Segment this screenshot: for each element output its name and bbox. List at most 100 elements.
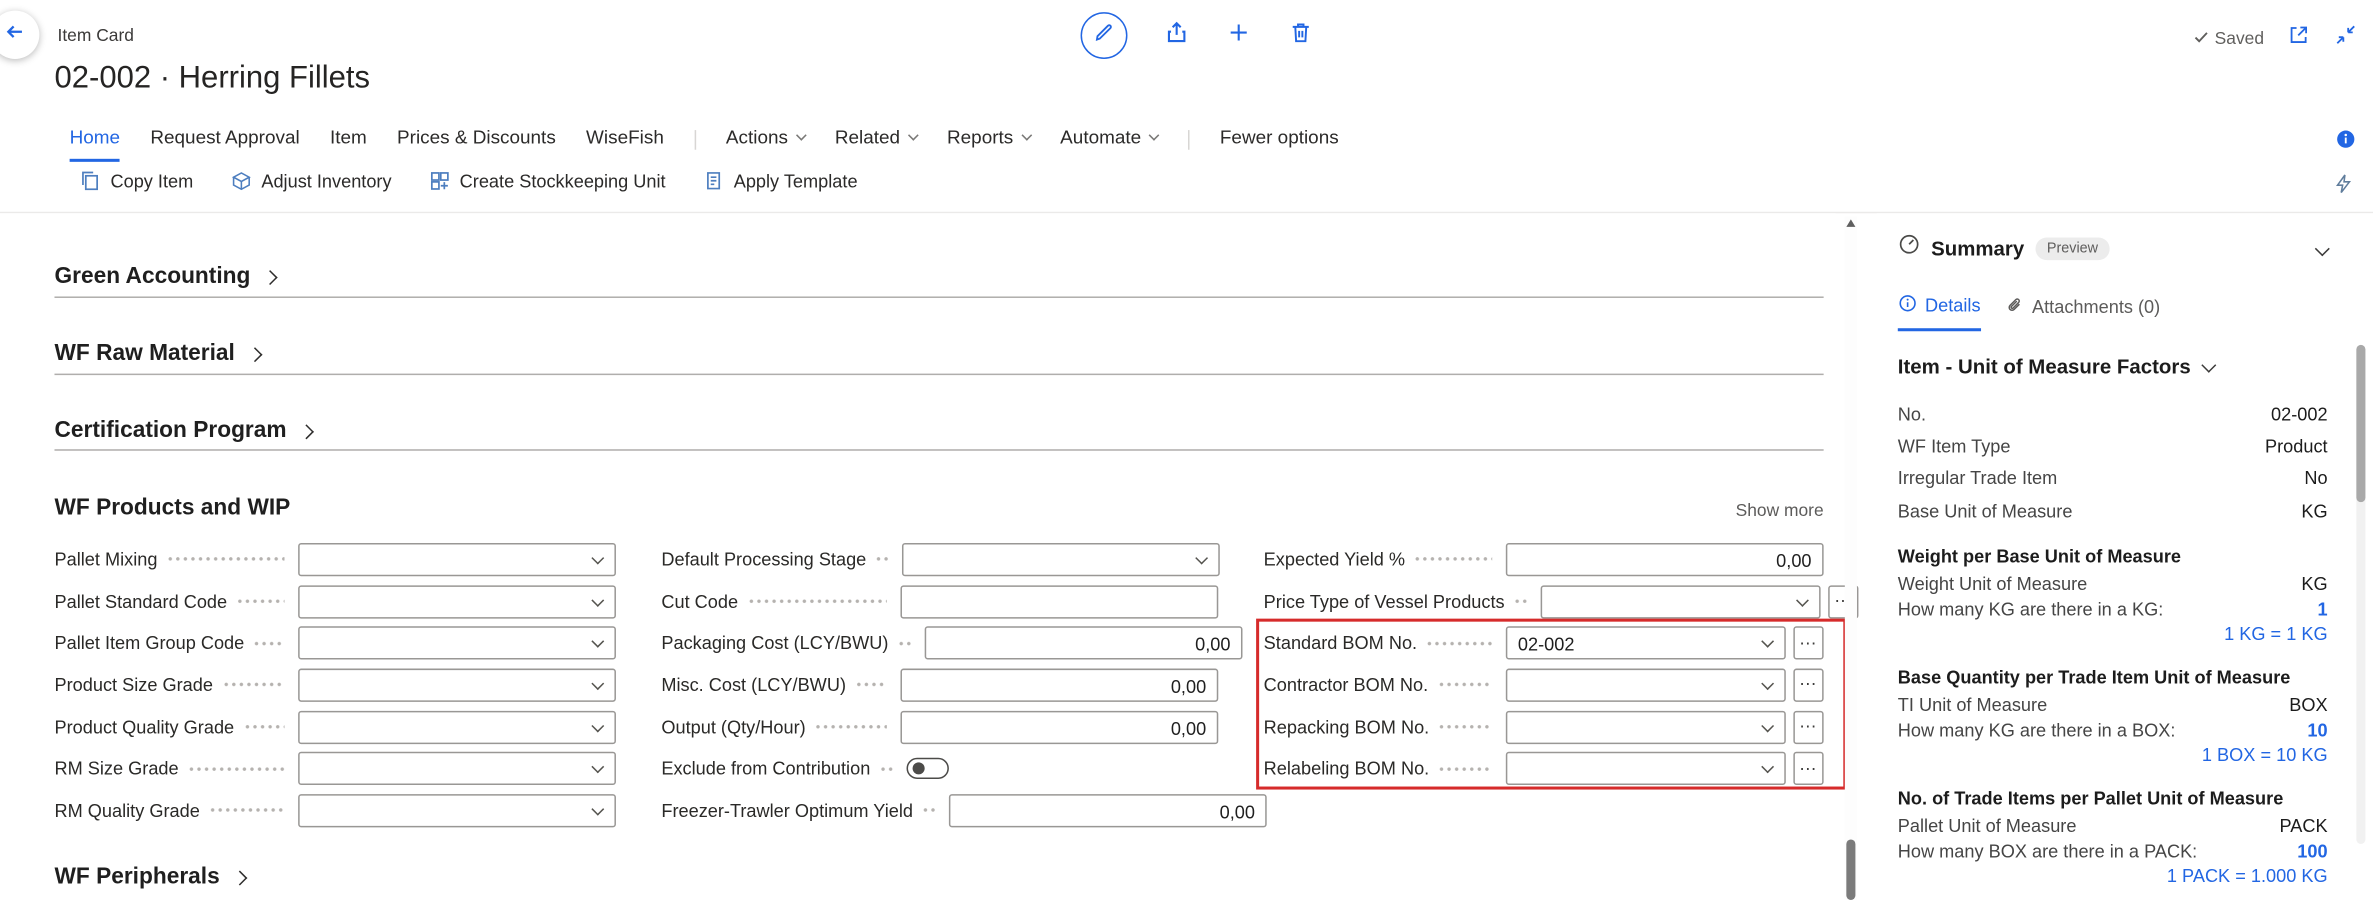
- menu-actions[interactable]: Actions: [726, 127, 805, 159]
- dotted-leader: [245, 725, 285, 730]
- stockkeeping-unit-icon: [428, 169, 451, 192]
- rm-size-grade-select[interactable]: [298, 752, 616, 785]
- main-scrollbar[interactable]: [1845, 216, 1857, 900]
- tab-attachments[interactable]: Attachments (0): [2005, 293, 2160, 331]
- field-row: Freezer-Trawler Optimum Yield0,00: [661, 790, 1218, 832]
- ribbon-tabs: Home Request Approval Item Prices & Disc…: [70, 127, 1339, 162]
- pencil-icon: [1093, 20, 1116, 50]
- pallet-mixing-select[interactable]: [298, 543, 616, 576]
- back-button[interactable]: [0, 11, 39, 59]
- chevron-down-icon: [1761, 677, 1774, 690]
- tab-prices-discounts[interactable]: Prices & Discounts: [397, 127, 556, 159]
- cut-code-input[interactable]: [900, 585, 1218, 618]
- focus-mode-button[interactable]: [2334, 23, 2358, 55]
- product-quality-grade-select[interactable]: [298, 710, 616, 743]
- field-row: Output (Qty/Hour)0,00: [661, 706, 1218, 748]
- price-type-vessel-products-select[interactable]: [1541, 585, 1821, 618]
- tab-request-approval[interactable]: Request Approval: [150, 127, 299, 159]
- relabeling-bom-assist-button[interactable]: …: [1794, 752, 1824, 785]
- tab-home[interactable]: Home: [70, 127, 120, 162]
- rm-quality-grade-select[interactable]: [298, 794, 616, 827]
- show-more-link[interactable]: Show more: [1736, 502, 1824, 520]
- scroll-up-arrow-icon[interactable]: [1846, 219, 1855, 227]
- default-processing-stage-select[interactable]: [903, 543, 1221, 576]
- info-icon: [1898, 293, 1918, 317]
- pallet-standard-code-select[interactable]: [298, 585, 616, 618]
- header-actions: [1081, 12, 1314, 59]
- field-row: RM Size Grade: [54, 748, 615, 790]
- section-wf-raw-material[interactable]: WF Raw Material: [54, 340, 260, 366]
- repacking-bom-assist-button[interactable]: …: [1794, 710, 1824, 743]
- pallet-item-group-code-select[interactable]: [298, 627, 616, 660]
- section-wf-peripherals[interactable]: WF Peripherals: [54, 864, 245, 890]
- share-button[interactable]: [1164, 19, 1190, 52]
- standard-bom-combobox[interactable]: 02-002: [1506, 627, 1786, 660]
- create-stockkeeping-unit-button[interactable]: Create Stockkeeping Unit: [428, 169, 666, 192]
- scrollbar-thumb[interactable]: [2356, 345, 2365, 502]
- adjust-inventory-button[interactable]: Adjust Inventory: [230, 169, 392, 192]
- group-title: Base Quantity per Trade Item Unit of Mea…: [1898, 666, 2328, 692]
- dotted-leader: [189, 767, 284, 772]
- tab-details[interactable]: Details: [1898, 293, 1981, 331]
- dotted-leader: [1428, 641, 1492, 646]
- freezer-trawler-optimum-yield-input[interactable]: 0,00: [949, 794, 1267, 827]
- menu-reports[interactable]: Reports: [947, 127, 1030, 159]
- copy-item-button[interactable]: Copy Item: [79, 169, 194, 192]
- popout-icon: [2287, 23, 2311, 55]
- misc-cost-input[interactable]: 0,00: [900, 668, 1218, 701]
- field-row: Relabeling BOM No.…: [1264, 748, 1824, 790]
- factbox-row: How many KG are there in a KG:1: [1898, 597, 2328, 623]
- dotted-leader: [224, 683, 285, 688]
- dotted-leader: [255, 641, 285, 646]
- menu-automate[interactable]: Automate: [1060, 127, 1158, 159]
- chevron-down-icon: [908, 130, 919, 141]
- factbox-tabs: Details Attachments (0): [1898, 293, 2328, 331]
- expected-yield-input[interactable]: 0,00: [1506, 543, 1824, 576]
- section-certification-program[interactable]: Certification Program: [54, 417, 312, 443]
- help-button[interactable]: [2335, 129, 2356, 158]
- packaging-cost-input[interactable]: 0,00: [925, 627, 1243, 660]
- factbox-section-heading[interactable]: Item - Unit of Measure Factors: [1898, 355, 2328, 378]
- tab-divider: [694, 130, 696, 150]
- new-button[interactable]: [1226, 19, 1252, 52]
- standard-bom-assist-button[interactable]: …: [1794, 627, 1824, 660]
- relabeling-bom-combobox[interactable]: [1506, 752, 1786, 785]
- factbox-scrollbar[interactable]: [2356, 345, 2365, 844]
- saved-label: Saved: [2215, 29, 2264, 47]
- tab-wisefish[interactable]: WiseFish: [586, 127, 664, 159]
- delete-button[interactable]: [1288, 19, 1314, 52]
- field-row: Exclude from Contribution: [661, 748, 1218, 790]
- factbox-row: Irregular Trade ItemNo: [1898, 463, 2328, 495]
- field-row: Expected Yield %0,00: [1264, 538, 1824, 580]
- field-row: Pallet Standard Code: [54, 580, 615, 622]
- product-size-grade-select[interactable]: [298, 668, 616, 701]
- repacking-bom-combobox[interactable]: [1506, 710, 1786, 743]
- field-grid: Pallet Mixing Pallet Standard Code Palle…: [54, 538, 1823, 831]
- equation-text: 1 BOX = 10 KG: [1898, 744, 2328, 770]
- factbox-row: How many BOX are there in a PACK:100: [1898, 839, 2328, 865]
- contractor-bom-combobox[interactable]: [1506, 668, 1786, 701]
- item-card-page: Item Card Saved: [0, 0, 2373, 903]
- power-automate-button[interactable]: [2332, 172, 2355, 202]
- field-row: Misc. Cost (LCY/BWU)0,00: [661, 664, 1218, 706]
- exclude-from-contribution-toggle[interactable]: [907, 758, 949, 779]
- dotted-leader: [1416, 557, 1493, 562]
- field-row: Price Type of Vessel Products…: [1264, 580, 1824, 622]
- fewer-options-button[interactable]: Fewer options: [1220, 127, 1339, 159]
- menu-related[interactable]: Related: [835, 127, 917, 159]
- field-row: Repacking BOM No.…: [1264, 706, 1824, 748]
- scrollbar-thumb[interactable]: [1846, 839, 1855, 900]
- open-in-window-button[interactable]: [2287, 23, 2311, 55]
- section-green-accounting[interactable]: Green Accounting: [54, 263, 276, 289]
- output-qty-hour-input[interactable]: 0,00: [900, 710, 1218, 743]
- tab-item[interactable]: Item: [330, 127, 367, 159]
- contractor-bom-assist-button[interactable]: …: [1794, 668, 1824, 701]
- edit-button[interactable]: [1081, 12, 1128, 59]
- action-bar: Copy Item Adjust Inventory Create Stockk…: [79, 169, 858, 192]
- section-wf-products-wip[interactable]: WF Products and WIP: [54, 495, 290, 521]
- factbox-collapse-button[interactable]: [2315, 241, 2330, 256]
- chevron-right-icon: [248, 346, 263, 361]
- apply-template-button[interactable]: Apply Template: [702, 169, 858, 192]
- page-caption: Item Card: [58, 27, 134, 45]
- share-icon: [1164, 19, 1190, 52]
